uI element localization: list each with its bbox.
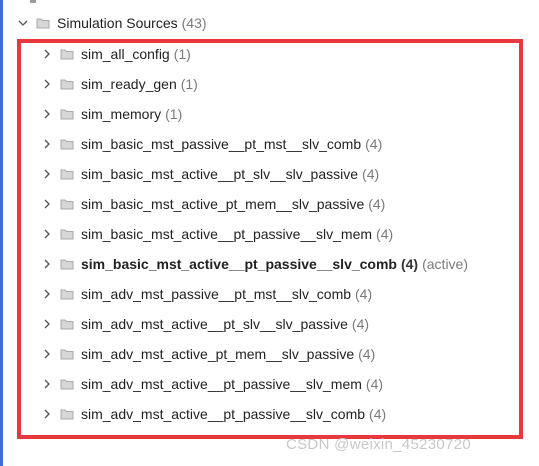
tree-node-simulation-sources[interactable]: Simulation Sources (43) [16,12,207,34]
previous-row-cutoff [30,0,120,5]
highlight-annotation-box [17,39,523,439]
panel-left-border [0,0,3,466]
tree-node-label: Simulation Sources [57,15,178,31]
folder-icon [36,17,50,29]
chevron-down-icon[interactable] [16,16,30,30]
watermark-text: CSDN @weixin_45230720 [286,436,471,453]
tree-node-count: (43) [181,15,207,31]
